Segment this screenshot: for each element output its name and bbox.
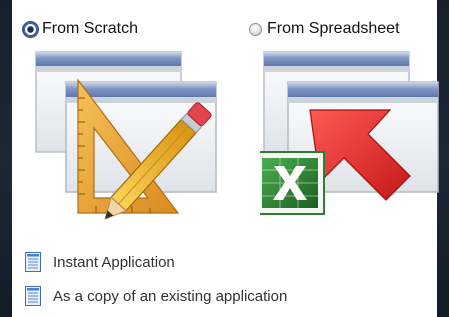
from-spreadsheet-radio[interactable] [249, 22, 262, 36]
copy-existing-application-label[interactable]: As a copy of an existing application [53, 288, 287, 305]
from-spreadsheet-label[interactable]: From Spreadsheet [267, 20, 400, 38]
instant-application-label[interactable]: Instant Application [53, 254, 175, 271]
from-spreadsheet-illustration[interactable] [260, 48, 445, 223]
from-spreadsheet-option[interactable]: From Spreadsheet [249, 18, 400, 40]
document-icon [25, 252, 41, 272]
background-left-edge [0, 0, 12, 317]
excel-icon [260, 151, 325, 215]
from-scratch-illustration[interactable] [30, 48, 230, 223]
create-application-panel: From Scratch From Spreadsheet Instant Ap… [12, 0, 439, 317]
from-scratch-option[interactable]: From Scratch [24, 18, 138, 40]
document-icon [25, 286, 41, 306]
from-scratch-label[interactable]: From Scratch [42, 20, 138, 38]
instant-application-link[interactable]: Instant Application [25, 251, 175, 273]
from-scratch-radio[interactable] [24, 22, 37, 36]
copy-existing-application-link[interactable]: As a copy of an existing application [25, 285, 287, 307]
